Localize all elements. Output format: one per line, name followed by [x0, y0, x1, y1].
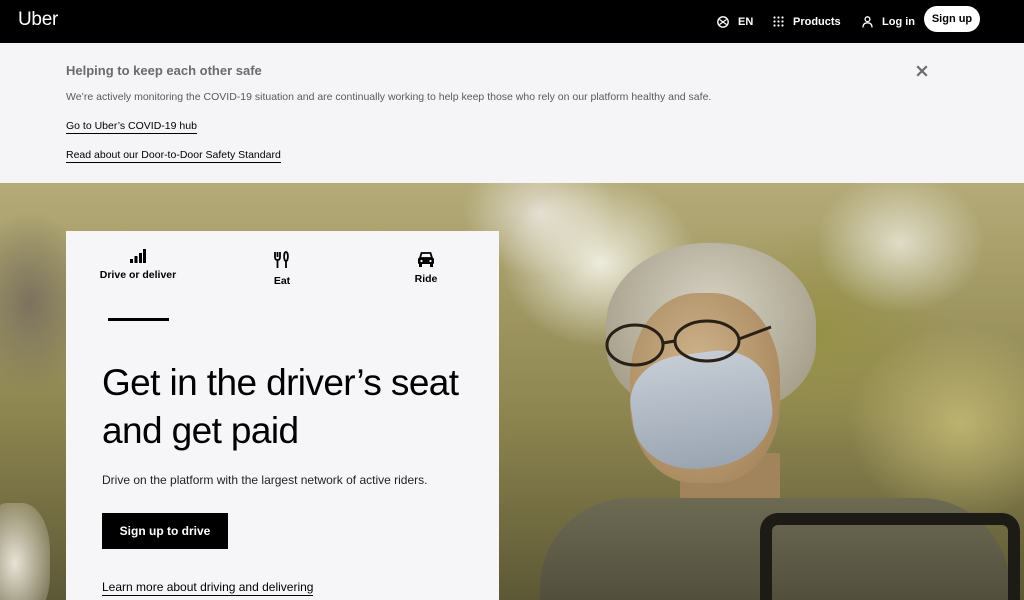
tab-ride[interactable]: Ride	[381, 251, 471, 285]
hero-photo-glasses	[605, 319, 772, 367]
learn-more-link[interactable]: Learn more about driving and delivering	[102, 580, 314, 596]
tab-eat-label: Eat	[273, 275, 291, 287]
hero-section: Drive or deliver Eat Ride Get in the dri…	[0, 183, 1024, 600]
hero-photo-car-door	[760, 513, 1020, 600]
banner-title: Helping to keep each other safe	[66, 63, 262, 78]
tab-eat[interactable]: Eat	[237, 251, 327, 287]
hero-subtext: Drive on the platform with the largest n…	[102, 473, 428, 487]
products-label: Products	[793, 15, 841, 28]
globe-icon	[717, 15, 729, 28]
login-link[interactable]: Log in	[862, 0, 915, 43]
hero-headline: Get in the driver’s seat and get paid	[102, 362, 459, 451]
active-tab-indicator	[108, 318, 169, 321]
fork-knife-icon	[274, 251, 289, 268]
login-label: Log in	[882, 15, 915, 28]
tab-ride-label: Ride	[414, 273, 438, 285]
hero-card: Drive or deliver Eat Ride Get in the dri…	[66, 231, 499, 600]
grid-dots-icon	[773, 16, 784, 27]
signal-bars-icon	[130, 249, 146, 263]
user-icon	[862, 15, 873, 28]
safety-standard-link[interactable]: Read about our Door-to-Door Safety Stand…	[66, 149, 281, 163]
signup-button[interactable]: Sign up	[924, 6, 980, 32]
safety-banner: Helping to keep each other safe We’re ac…	[0, 43, 1024, 183]
language-label: EN	[738, 15, 754, 28]
sign-up-to-drive-button[interactable]: Sign up to drive	[102, 513, 228, 549]
language-selector[interactable]: EN	[717, 0, 753, 43]
background-blur	[0, 503, 50, 600]
banner-text: We’re actively monitoring the COVID-19 s…	[66, 91, 712, 103]
uber-logo[interactable]: Uber	[18, 9, 58, 31]
products-menu[interactable]: Products	[773, 0, 841, 43]
tab-drive-or-deliver[interactable]: Drive or deliver	[93, 249, 183, 281]
car-icon	[418, 252, 434, 267]
covid-hub-link[interactable]: Go to Uber’s COVID-19 hub	[66, 120, 197, 134]
close-icon[interactable]	[914, 63, 930, 79]
tab-drive-label: Drive or deliver	[99, 269, 177, 281]
top-navigation: Uber EN Products Log in Sign up	[0, 0, 1024, 43]
